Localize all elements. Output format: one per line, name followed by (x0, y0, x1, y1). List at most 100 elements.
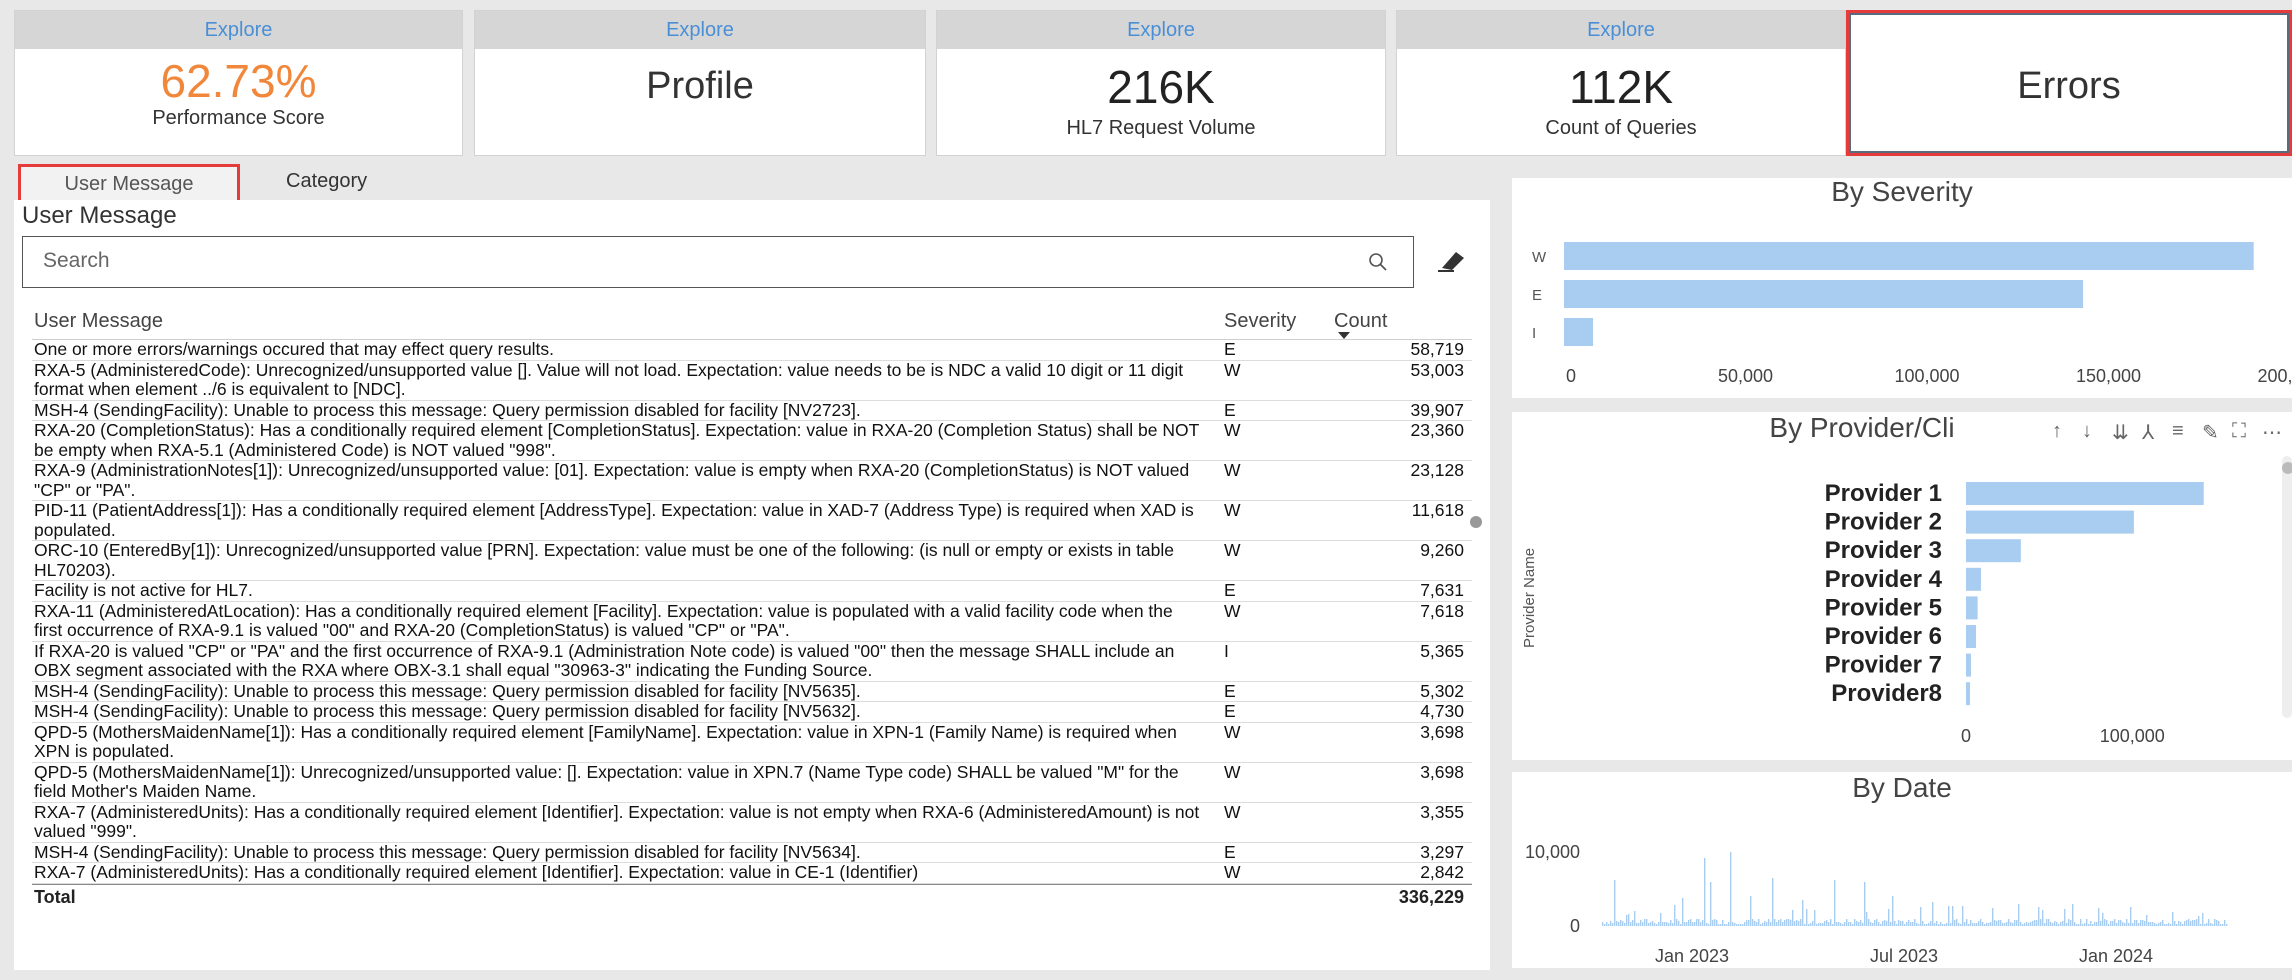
tab-category[interactable]: Category (286, 164, 367, 198)
bar (1960, 924, 1962, 926)
table-row[interactable]: ORC-10 (EnteredBy[1]): Unrecognized/unsu… (32, 540, 1472, 581)
bar (1702, 920, 1704, 926)
bar (1962, 906, 1964, 926)
bar (1624, 923, 1626, 926)
tab-user-message[interactable]: User Message (18, 164, 240, 204)
bar (1798, 921, 1800, 926)
errors-card[interactable]: Errors (1846, 10, 2292, 156)
bar (1966, 510, 2134, 534)
bar (1664, 922, 1666, 926)
bar (2210, 923, 2212, 926)
bar (1902, 921, 1904, 926)
bar (1856, 921, 1858, 926)
bar (2054, 921, 2056, 926)
bar (1742, 924, 1744, 926)
bar (2032, 921, 2034, 926)
bar (1826, 920, 1828, 926)
bar (2118, 920, 2120, 926)
bar (2016, 920, 2018, 926)
bar (1868, 919, 1870, 926)
bar (1732, 922, 1734, 926)
cell-user-message: One or more errors/warnings occured that… (34, 339, 555, 359)
eraser-icon[interactable] (1434, 246, 1468, 276)
y-tick-label: Provider 5 (1825, 594, 1942, 621)
hl7-volume-value: 216K (1107, 61, 1215, 113)
y-tick-label: Provider 1 (1825, 480, 1942, 507)
bar (1606, 922, 1608, 926)
table-body: One or more errors/warnings occured that… (32, 339, 1472, 884)
table-row[interactable]: RXA-20 (CompletionStatus): Has a conditi… (32, 420, 1472, 461)
table-row[interactable]: RXA-7 (AdministeredUnits): Has a conditi… (32, 801, 1472, 843)
cell-count: 4,730 (1420, 701, 1464, 721)
table-row[interactable]: MSH-4 (SendingFacility): Unable to proce… (32, 400, 1472, 421)
cell-user-message: RXA-20 (CompletionStatus): Has a conditi… (34, 420, 1199, 460)
table-row[interactable]: RXA-5 (AdministeredCode): Unrecognized/u… (32, 359, 1472, 401)
bar (2006, 922, 2008, 926)
table-row[interactable]: MSH-4 (SendingFacility): Unable to proce… (32, 701, 1472, 723)
bar (1934, 923, 1936, 926)
bar (1966, 625, 1976, 648)
bar (1644, 919, 1646, 926)
bar (1754, 921, 1756, 926)
cell-user-message: RXA-5 (AdministeredCode): Unrecognized/u… (34, 359, 1184, 399)
cell-count: 3,355 (1420, 801, 1464, 822)
bar (1772, 878, 1774, 926)
bar (1658, 922, 1660, 926)
bar (2150, 922, 2152, 926)
bar (1760, 924, 1762, 926)
bar (1714, 919, 1716, 926)
explore-link[interactable]: Explore (475, 11, 925, 49)
bar (1854, 919, 1856, 926)
by-severity-panel: By Severity WEI050,000100,000150,000200,… (1512, 176, 2292, 398)
bar (1860, 920, 1862, 926)
table-row[interactable]: If RXA-20 is valued "CP" or "PA" and the… (32, 641, 1472, 682)
bar (1758, 919, 1760, 926)
explore-link[interactable]: Explore (15, 11, 462, 49)
search-input[interactable] (23, 237, 1323, 285)
cell-count: 11,618 (1411, 500, 1464, 520)
bar (1922, 921, 1924, 926)
bar (1820, 923, 1822, 926)
scrollbar-thumb[interactable] (1470, 516, 1482, 528)
table-row[interactable]: QPD-5 (MothersMaidenName[1]): Has a cond… (32, 722, 1472, 763)
bar (1726, 924, 1728, 926)
table-row[interactable]: RXA-9 (AdministrationNotes[1]): Unrecogn… (32, 460, 1472, 501)
column-header-count[interactable]: Count (1334, 310, 1387, 333)
bar (2138, 923, 2140, 926)
bar (1684, 922, 1686, 926)
y-tick-label: 10,000 (1525, 842, 1580, 862)
bar (1824, 921, 1826, 926)
bar (1720, 924, 1722, 926)
bar (2216, 920, 2218, 926)
bar (2024, 923, 2026, 926)
table-row[interactable]: Facility is not active for HL7. E 7,631 (32, 580, 1472, 602)
table-row[interactable]: One or more errors/warnings occured that… (32, 339, 1472, 361)
bar (1670, 920, 1672, 926)
cell-severity: W (1224, 761, 1241, 782)
table-row[interactable]: PID-11 (PatientAddress[1]): Has a condit… (32, 500, 1472, 541)
table-row[interactable]: RXA-7 (AdministeredUnits): Has a conditi… (32, 862, 1472, 884)
table-row[interactable]: RXA-11 (AdministeredAtLocation): Has a c… (32, 601, 1472, 642)
cell-user-message: RXA-9 (AdministrationNotes[1]): Unrecogn… (34, 460, 1190, 500)
explore-link[interactable]: Explore (937, 11, 1385, 49)
table-row[interactable]: QPD-5 (MothersMaidenName[1]): Unrecogniz… (32, 761, 1472, 803)
bar (1668, 923, 1670, 926)
y-tick-label: Provider 7 (1825, 652, 1942, 679)
search-icon[interactable] (1367, 251, 1389, 273)
bar (2120, 920, 2122, 926)
x-tick-label: 50,000 (1718, 366, 1773, 386)
bar (1818, 923, 1820, 926)
table-row[interactable]: MSH-4 (SendingFacility): Unable to proce… (32, 681, 1472, 702)
table-row[interactable]: MSH-4 (SendingFacility): Unable to proce… (32, 842, 1472, 863)
bar (1778, 920, 1780, 926)
column-header-user-message[interactable]: User Message (34, 310, 163, 333)
bar (2110, 921, 2112, 926)
y-tick-label: Provider 4 (1825, 566, 1943, 593)
y-tick-label: Provider 3 (1825, 537, 1942, 564)
explore-link[interactable]: Explore (1397, 11, 1845, 49)
column-header-severity[interactable]: Severity (1224, 310, 1296, 333)
bar (2226, 924, 2228, 926)
bar (2220, 924, 2222, 926)
bar (1750, 896, 1752, 926)
bar (1744, 922, 1746, 926)
